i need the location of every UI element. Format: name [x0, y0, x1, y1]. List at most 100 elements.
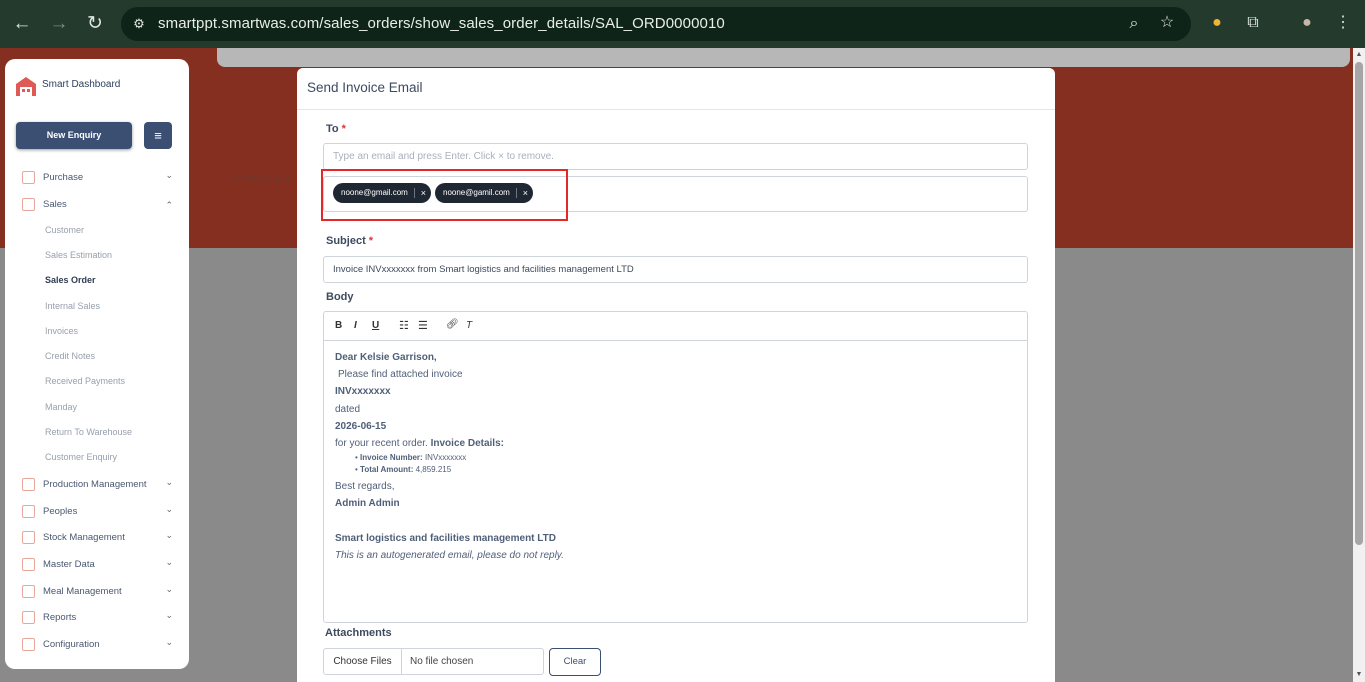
chevron-down-icon: ⌄ [165, 637, 173, 647]
body-list-item: • Total Amount: 4,859.215 [355, 465, 452, 474]
brand-name: Smart Dashboard [42, 79, 121, 90]
sidebar-sub-received-payments[interactable]: Received Payments [45, 376, 125, 386]
chevron-down-icon: ⌄ [165, 557, 173, 567]
link-icon[interactable]: 🔗︎ [446, 319, 459, 330]
sidebar-item-label: Configuration [43, 639, 100, 650]
forward-icon[interactable]: → [47, 12, 71, 36]
email-body-editor[interactable]: B I U ☷ ☰ 🔗︎ T Dear Kelsie Garrison, Ple… [323, 311, 1028, 623]
body-invoice-number: INVxxxxxxx [335, 386, 391, 397]
clear-button[interactable]: Clear [549, 648, 601, 676]
sidebar-sub-credit-notes[interactable]: Credit Notes [45, 351, 95, 361]
ordered-list-icon[interactable]: ☷ [399, 319, 409, 332]
body-sender: Admin Admin [335, 498, 400, 509]
underline-icon[interactable]: U [372, 320, 379, 331]
chevron-down-icon: ⌄ [165, 170, 173, 180]
sidebar-sub-internal-sales[interactable]: Internal Sales [45, 301, 100, 311]
sidebar-item-label: Sales [43, 199, 67, 210]
file-input[interactable]: Choose Files No file chosen [323, 648, 544, 675]
clear-format-icon[interactable]: T [466, 320, 472, 331]
list-label: Invoice Number: [360, 453, 423, 462]
menu-toggle-button[interactable]: ≡ [144, 122, 172, 149]
sidebar-item-reports[interactable]: Reports ⌄ [5, 606, 189, 630]
send-invoice-email-modal: Send Invoice Email To * Type an email and… [297, 68, 1055, 682]
configuration-icon [22, 638, 35, 651]
modal-title: Send Invoice Email [307, 80, 423, 95]
sidebar-item-purchase[interactable]: Purchase ⌄ [5, 166, 189, 190]
back-icon[interactable]: ← [10, 12, 34, 36]
chevron-up-icon: ⌃ [165, 200, 173, 210]
subject-input[interactable]: Invoice INVxxxxxxx from Smart logistics … [323, 256, 1028, 283]
sidebar-item-stock-management[interactable]: Stock Management ⌄ [5, 526, 189, 550]
highlight-box [321, 169, 568, 221]
page-backdrop: © 2026, Cupen Smart Dashboard New Enquir… [0, 48, 1353, 682]
body-recent-text: for your recent order. [335, 438, 428, 449]
list-value: INVxxxxxxx [424, 453, 467, 462]
sidebar-item-configuration[interactable]: Configuration ⌄ [5, 633, 189, 657]
bullet-list-icon[interactable]: ☰ [418, 319, 428, 332]
production-icon [22, 478, 35, 491]
scroll-up-icon[interactable]: ▲ [1355, 51, 1363, 58]
sidebar-sub-customer-enquiry[interactable]: Customer Enquiry [45, 452, 117, 462]
browser-menu-icon[interactable]: ⋮ [1332, 13, 1354, 33]
bookmark-star-icon[interactable]: ☆ [1156, 13, 1178, 33]
sidebar-sub-return-to-warehouse[interactable]: Return To Warehouse [45, 427, 132, 437]
sidebar-item-master-data[interactable]: Master Data ⌄ [5, 553, 189, 577]
sidebar-sub-invoices[interactable]: Invoices [45, 326, 78, 336]
body-recent-order-line: for your recent order. Invoice Details: [335, 435, 504, 452]
bold-icon[interactable]: B [335, 320, 342, 331]
zoom-icon[interactable]: ⌕ [1123, 14, 1145, 34]
sidebar-item-label: Production Management [43, 479, 147, 490]
chevron-down-icon: ⌄ [165, 610, 173, 620]
sidebar-item-label: Master Data [43, 559, 95, 570]
body-line: Please find attached invoice [338, 369, 463, 380]
choose-files-button[interactable]: Choose Files [324, 649, 402, 674]
body-line: dated [335, 404, 361, 415]
sidebar-item-label: Purchase [43, 172, 84, 183]
subject-label: Subject * [326, 235, 373, 247]
chevron-down-icon: ⌄ [165, 530, 173, 540]
to-email-input[interactable]: Type an email and press Enter. Click × t… [323, 143, 1028, 170]
scrollbar-thumb[interactable] [1355, 62, 1363, 545]
sidebar-item-label: Reports [43, 612, 77, 623]
chevron-down-icon: ⌄ [165, 584, 173, 594]
extension-badge-icon[interactable]: ● [1206, 13, 1228, 33]
sidebar-sub-sales-order[interactable]: Sales Order [45, 275, 96, 285]
sidebar-item-sales[interactable]: Sales ⌃ [5, 193, 189, 217]
subject-label-text: Subject [326, 235, 366, 247]
body-company: Smart logistics and facilities managemen… [335, 533, 556, 544]
new-enquiry-button[interactable]: New Enquiry [16, 122, 132, 149]
chevron-down-icon: ⌄ [165, 504, 173, 514]
sidebar-sub-sales-estimation[interactable]: Sales Estimation [45, 250, 112, 260]
address-bar[interactable]: ⚙ smartppt.smartwas.com/sales_orders/sho… [121, 7, 1191, 41]
scroll-down-icon[interactable]: ▼ [1355, 671, 1363, 678]
sidebar-item-label: Stock Management [43, 532, 125, 543]
sidebar-item-label: Peoples [43, 506, 78, 517]
content-card [217, 48, 1350, 67]
sidebar-sub-customer[interactable]: Customer [45, 225, 84, 235]
chevron-down-icon: ⌄ [165, 477, 173, 487]
body-date: 2026-06-15 [335, 421, 387, 432]
extensions-icon[interactable]: ⧉ [1242, 13, 1264, 33]
page-scrollbar[interactable]: ▲ ▼ [1353, 48, 1365, 682]
meal-icon [22, 585, 35, 598]
url-text: smartppt.smartwas.com/sales_orders/show_… [158, 15, 725, 32]
italic-icon[interactable]: I [354, 320, 357, 331]
required-mark: * [368, 235, 374, 247]
to-label-text: To [326, 123, 339, 135]
list-value: 4,859.215 [415, 465, 452, 474]
reload-icon[interactable]: ↻ [83, 12, 107, 36]
sidebar-sub-manday[interactable]: Manday [45, 402, 77, 412]
body-list-item: • Invoice Number: INVxxxxxxx [355, 453, 467, 462]
master-data-icon [22, 558, 35, 571]
site-info-icon[interactable]: ⚙ [130, 15, 148, 33]
sidebar-item-production-management[interactable]: Production Management ⌄ [5, 473, 189, 497]
body-regards: Best regards, [335, 481, 395, 492]
sidebar-item-meal-management[interactable]: Meal Management ⌄ [5, 580, 189, 604]
profile-avatar-icon[interactable]: ● [1296, 13, 1318, 33]
list-label: Total Amount: [360, 465, 414, 474]
warehouse-logo-icon [16, 77, 36, 96]
sidebar-item-peoples[interactable]: Peoples ⌄ [5, 500, 189, 524]
sidebar: Smart Dashboard New Enquiry ≡ Purchase ⌄… [5, 59, 189, 669]
stock-icon [22, 531, 35, 544]
body-label: Body [326, 291, 354, 303]
